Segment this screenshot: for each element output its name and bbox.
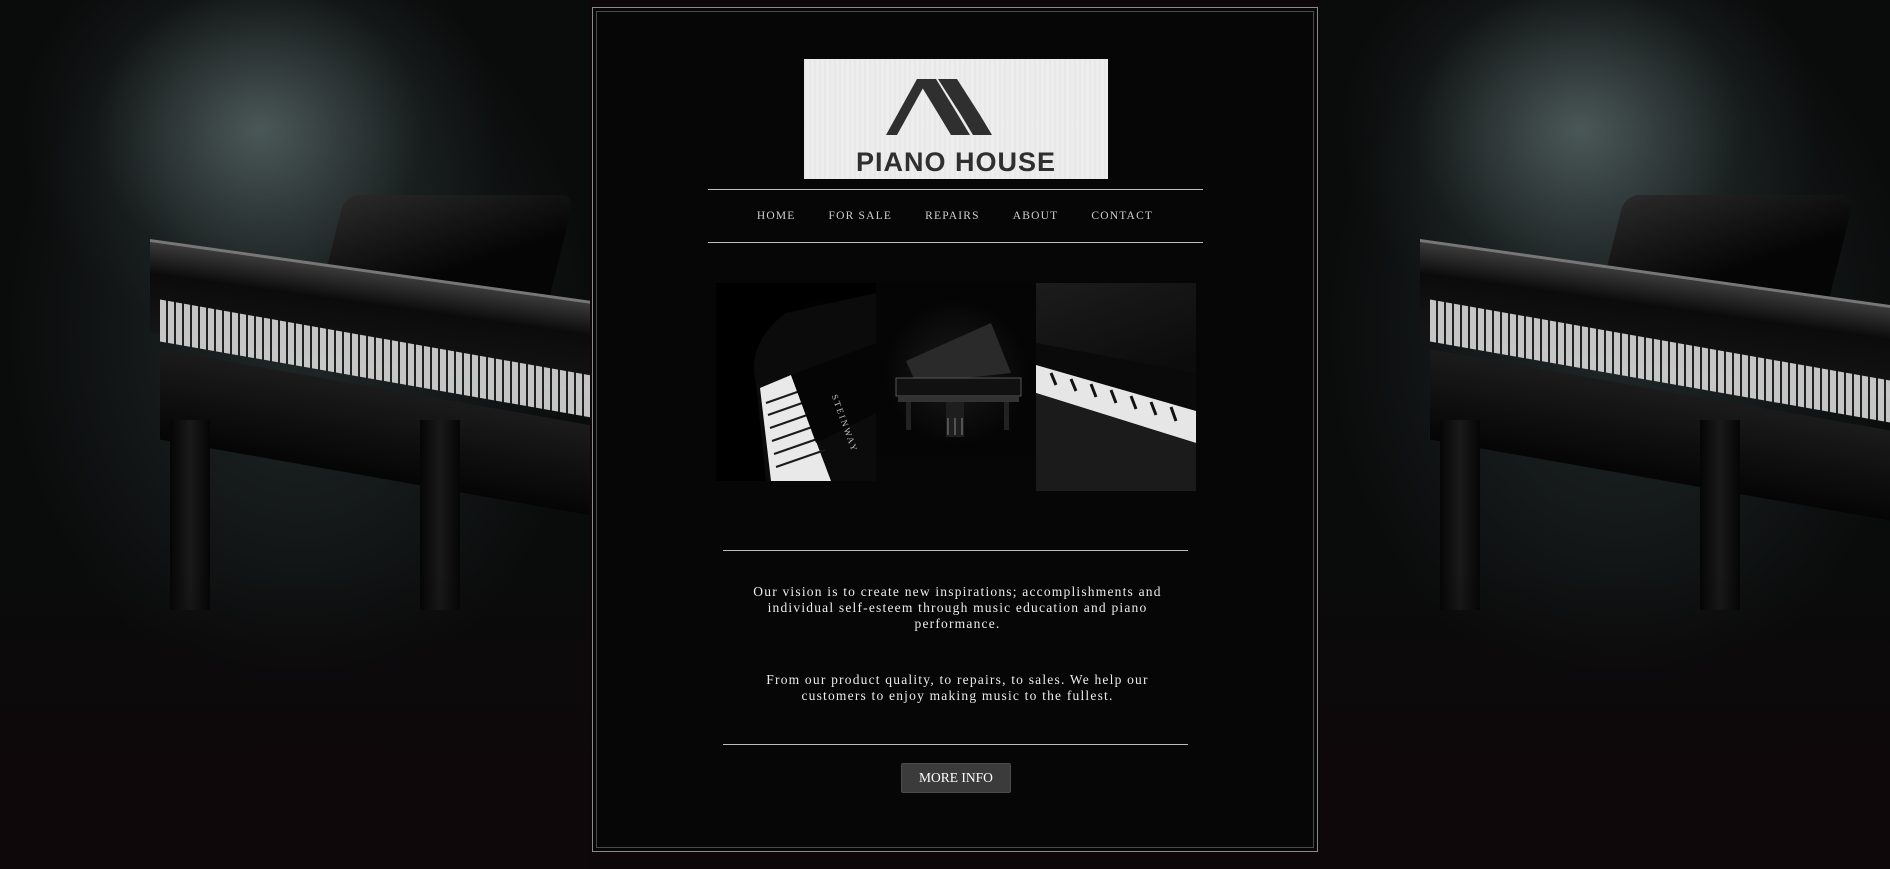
nav-home[interactable]: HOME bbox=[757, 206, 796, 226]
logo-text: PIANO HOUSE bbox=[855, 147, 1057, 177]
nav-for-sale[interactable]: FOR SALE bbox=[829, 206, 893, 226]
nav-repairs[interactable]: REPAIRS bbox=[925, 206, 980, 226]
vision-statement: Our vision is to create new inspirations… bbox=[753, 584, 1162, 631]
nav-top-divider bbox=[708, 189, 1203, 190]
gallery-image-grand-piano bbox=[876, 283, 1036, 456]
background-piano-left bbox=[0, 0, 590, 869]
help-statement: From our product quality, to repairs, to… bbox=[766, 672, 1149, 703]
nav-contact[interactable]: CONTACT bbox=[1091, 206, 1153, 226]
nav-about[interactable]: ABOUT bbox=[1013, 206, 1059, 226]
nav-bottom-divider bbox=[708, 242, 1203, 243]
gallery-image-steinway: STEINWAY bbox=[716, 283, 876, 481]
piano-house-logo[interactable]: PIANO HOUSE bbox=[804, 59, 1108, 179]
grand-piano-image bbox=[895, 323, 1022, 437]
content-bottom-divider bbox=[723, 744, 1188, 745]
content-top-divider bbox=[723, 550, 1188, 551]
background-fade bbox=[0, 569, 590, 869]
main-navigation: HOME FOR SALE REPAIRS ABOUT CONTACT bbox=[708, 206, 1202, 226]
upright-piano-image bbox=[1036, 343, 1196, 491]
background-piano-right bbox=[1320, 0, 1890, 869]
gallery-image-upright bbox=[1036, 283, 1196, 491]
more-info-button[interactable]: MORE INFO bbox=[901, 763, 1011, 793]
background-fade bbox=[1320, 569, 1890, 869]
